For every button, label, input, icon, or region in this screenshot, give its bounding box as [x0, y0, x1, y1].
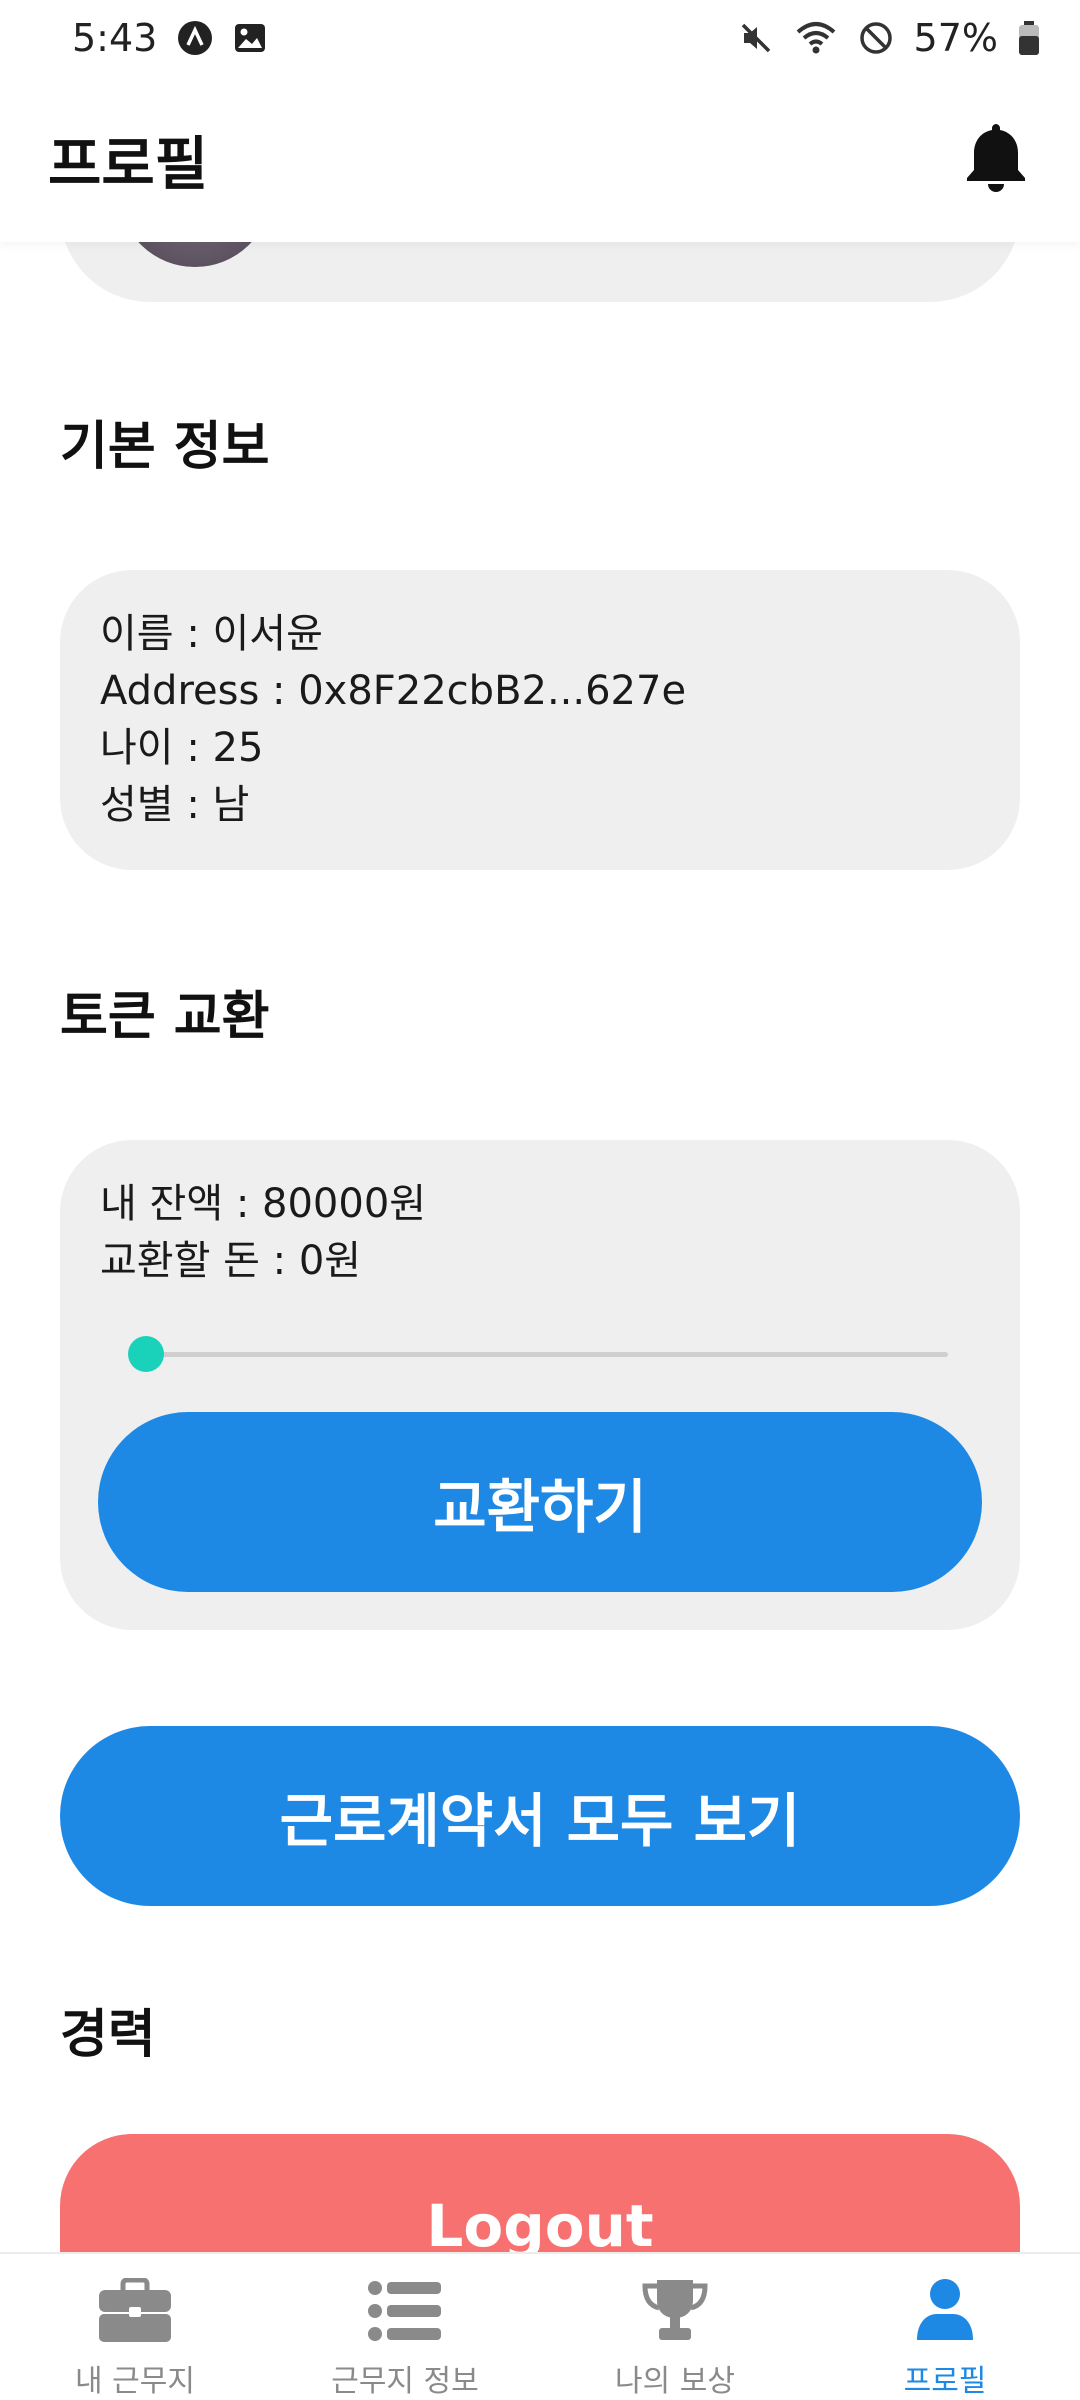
page-title: 프로필 [48, 130, 209, 198]
status-bar: 5:43 57% [0, 0, 1080, 76]
profile-screen: 5:43 57% 프로필 기본 정보 이름: 이서윤 Address: 0x… [0, 0, 1080, 2400]
battery-percent: 57% [913, 16, 998, 60]
user-icon [905, 2276, 985, 2346]
address-line: Address : 0x8F22cbB2...627e [100, 668, 687, 714]
balance-line: 내 잔액 : 80000원 [100, 1181, 427, 1227]
view-contracts-button[interactable]: 근로계약서 모두 보기 [60, 1726, 1020, 1906]
nav-label: 프로필 [903, 2364, 987, 2399]
basic-info-title: 기본 정보 [60, 417, 270, 477]
profile-card [60, 242, 1020, 302]
a-circle-icon [177, 20, 213, 56]
nav-label: 내 근무지 [75, 2364, 195, 2399]
trophy-icon [635, 2276, 715, 2346]
exchange-amount-line: 교환할 돈 : 0원 [100, 1238, 362, 1284]
status-right: 57% [738, 16, 1040, 60]
nav-item-workplace-info[interactable]: 근무지 정보 [270, 2254, 540, 2400]
name-line: 이름 : 이서윤 [100, 611, 323, 657]
slider-track [146, 1352, 948, 1357]
bottom-nav: 내 근무지 근무지 정보 나의 보상 프로필 [0, 2252, 1080, 2400]
battery-icon [1018, 20, 1040, 56]
mute-icon [738, 20, 774, 56]
career-title: 경력 [60, 2005, 156, 2065]
logout-button[interactable]: Logout [60, 2134, 1020, 2252]
briefcase-icon [95, 2276, 175, 2346]
nav-item-profile[interactable]: 프로필 [810, 2254, 1080, 2400]
notification-button[interactable] [960, 119, 1032, 199]
exchange-button[interactable]: 교환하기 [98, 1412, 982, 1592]
avatar [120, 242, 270, 267]
basic-info-card: 이름 : 이서윤 Address : 0x8F22cbB2...627e 나이 … [60, 570, 1020, 870]
nav-label: 근무지 정보 [331, 2364, 479, 2399]
status-time: 5:43 [72, 16, 158, 60]
nav-item-my-workplace[interactable]: 내 근무지 [0, 2254, 270, 2400]
list-icon [365, 2276, 445, 2346]
do-not-disturb-icon [858, 20, 894, 56]
image-icon [233, 21, 267, 55]
bell-icon [963, 120, 1029, 198]
profile-content[interactable]: 기본 정보 이름 : 이서윤 Address : 0x8F22cbB2...62… [0, 242, 1080, 2252]
token-exchange-title: 토큰 교환 [60, 987, 270, 1047]
nav-label: 나의 보상 [615, 2364, 735, 2399]
slider-thumb[interactable] [128, 1336, 164, 1372]
nav-item-my-rewards[interactable]: 나의 보상 [540, 2254, 810, 2400]
gender-line: 성별 : 남 [100, 782, 250, 828]
exchange-amount-slider[interactable] [128, 1334, 948, 1374]
app-header: 프로필 [0, 76, 1080, 242]
age-line: 나이 : 25 [100, 725, 264, 771]
wifi-icon [794, 20, 838, 56]
status-left: 5:43 [72, 16, 267, 60]
